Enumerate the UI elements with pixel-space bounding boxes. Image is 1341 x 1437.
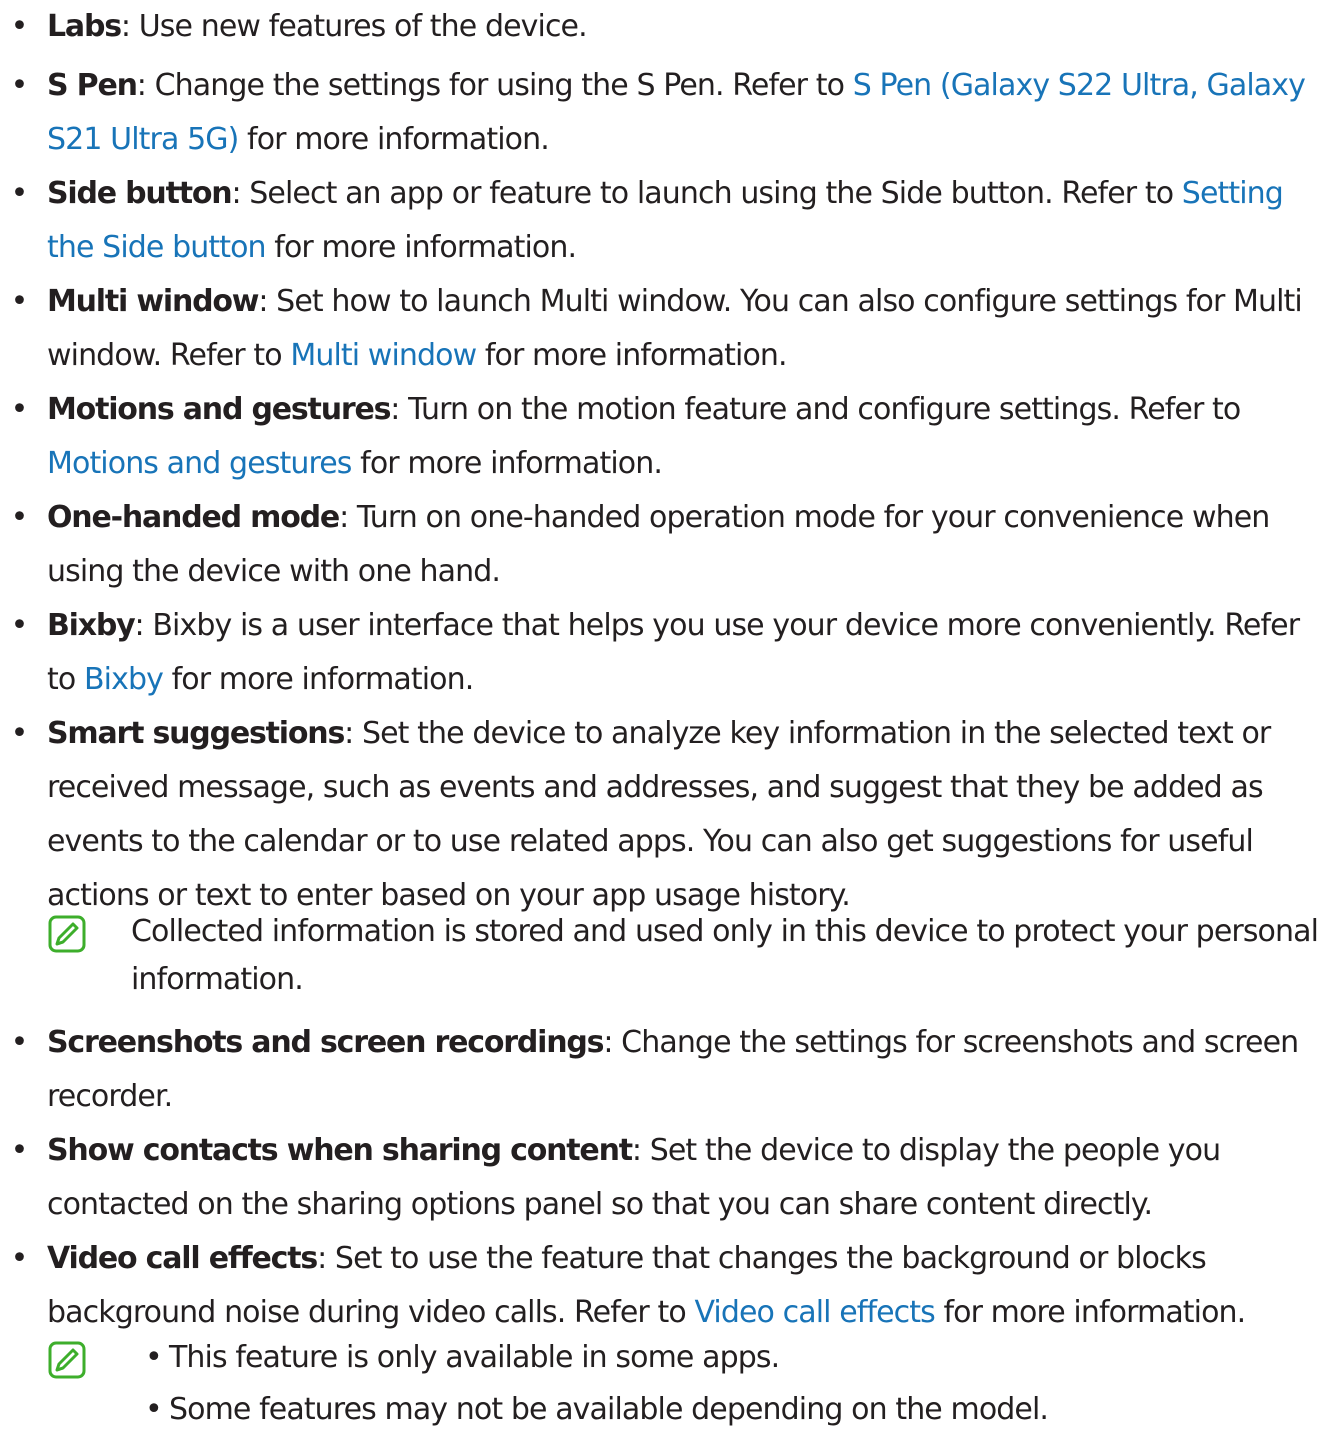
bixby-link[interactable]: Bixby xyxy=(84,662,164,697)
list-item-video-call-effects: • Video call effects: Set to use the fea… xyxy=(11,1232,1332,1340)
note-bullet-item: • This feature is only available in some… xyxy=(145,1334,1329,1382)
item-text-after: for more information. xyxy=(351,446,663,481)
list-item-show-contacts: • Show contacts when sharing content: Se… xyxy=(11,1124,1332,1232)
item-term: Bixby xyxy=(47,608,136,643)
item-text-after: for more information. xyxy=(476,338,788,373)
item-text-after: for more information. xyxy=(265,230,577,265)
bullet: • xyxy=(10,500,29,535)
item-text: : Turn on the motion feature and configu… xyxy=(390,392,1241,427)
bullet: • xyxy=(145,1340,163,1375)
item-term: Multi window xyxy=(47,284,260,319)
note-text: Collected information is stored and used… xyxy=(131,914,1319,997)
item-term: S Pen xyxy=(47,68,138,103)
note-bullet-item: • Some features may not be available dep… xyxy=(145,1386,1329,1434)
bullet: • xyxy=(10,1025,29,1060)
list-item-side-button: • Side button: Select an app or feature … xyxy=(11,167,1332,275)
list-item-smart-suggestions: • Smart suggestions: Set the device to a… xyxy=(11,707,1332,923)
bullet: • xyxy=(10,176,29,211)
item-term: Video call effects xyxy=(47,1241,318,1276)
list-item-one-handed-mode: • One-handed mode: Turn on one-handed op… xyxy=(11,491,1332,599)
list-item-bixby: • Bixby: Bixby is a user interface that … xyxy=(11,599,1332,707)
item-text-after: for more information. xyxy=(934,1295,1246,1330)
item-term: Labs xyxy=(47,9,122,44)
list-item-labs: • Labs: Use new features of the device. xyxy=(11,0,1332,54)
bullet: • xyxy=(10,9,29,44)
item-text: : Select an app or feature to launch usi… xyxy=(231,176,1182,211)
multi-window-link[interactable]: Multi window xyxy=(290,338,477,373)
note-bullet-text: This feature is only available in some a… xyxy=(169,1340,780,1375)
bullet: • xyxy=(10,1133,29,1168)
item-term: Smart suggestions xyxy=(47,716,345,751)
item-text: : Use new features of the device. xyxy=(120,9,588,44)
note-pen-icon xyxy=(48,915,86,953)
note-bullet-text: Some features may not be available depen… xyxy=(169,1392,1049,1427)
motions-gestures-link[interactable]: Motions and gestures xyxy=(47,446,352,481)
item-text-after: for more information. xyxy=(162,662,475,697)
bullet: • xyxy=(10,608,29,643)
item-term: One-handed mode xyxy=(47,500,340,535)
bullet: • xyxy=(145,1392,163,1427)
list-item-screenshots: • Screenshots and screen recordings: Cha… xyxy=(11,1016,1332,1124)
item-term: Side button xyxy=(47,176,233,211)
bullet: • xyxy=(10,284,29,319)
list-item-multi-window: • Multi window: Set how to launch Multi … xyxy=(11,275,1332,383)
note-pen-icon xyxy=(48,1341,86,1379)
list-item-s-pen: • S Pen: Change the settings for using t… xyxy=(11,59,1332,167)
list-item-motions-gestures: • Motions and gestures: Turn on the moti… xyxy=(11,383,1332,491)
bullet: • xyxy=(10,392,29,427)
item-term: Motions and gestures xyxy=(47,392,391,427)
bullet: • xyxy=(10,716,29,751)
bullet: • xyxy=(10,68,29,103)
item-term: Show contacts when sharing content xyxy=(47,1133,633,1168)
item-text-after: for more information. xyxy=(238,122,550,157)
video-call-effects-link[interactable]: Video call effects xyxy=(694,1295,935,1330)
item-term: Screenshots and screen recordings xyxy=(47,1025,605,1060)
bullet: • xyxy=(10,1241,29,1276)
item-text: : Change the settings for using the S Pe… xyxy=(136,68,853,103)
